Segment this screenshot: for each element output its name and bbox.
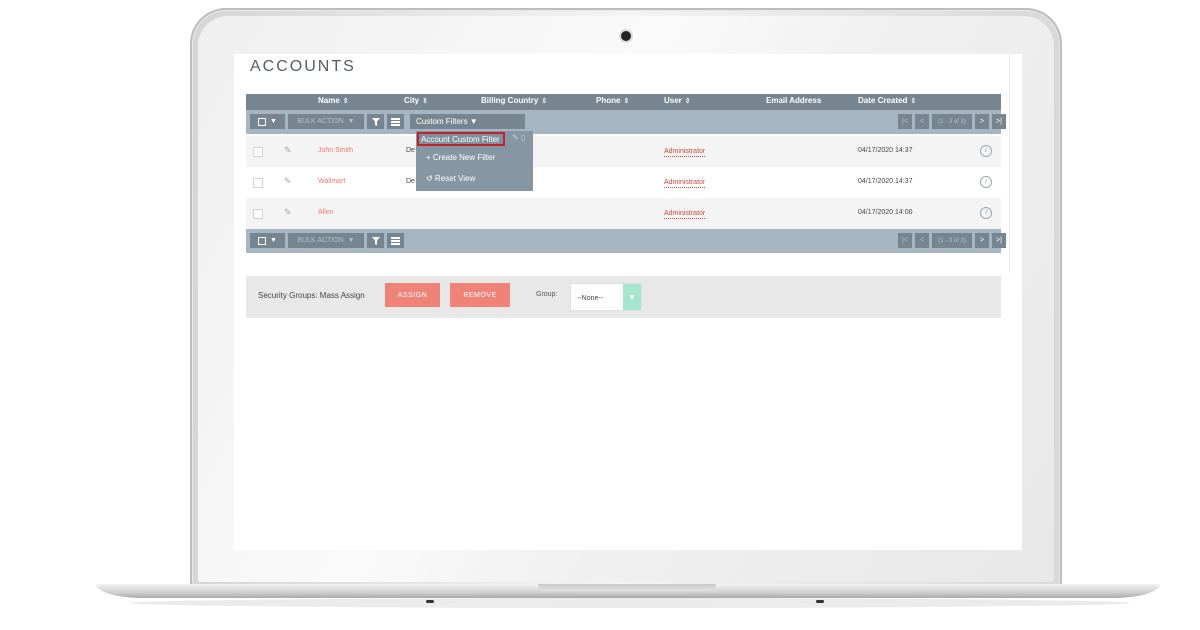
info-icon[interactable]: i (980, 176, 992, 188)
pencil-icon[interactable]: ✎ (284, 207, 292, 218)
select-all-dropdown[interactable]: ▼ (250, 114, 285, 129)
column-chooser-button[interactable] (387, 114, 404, 129)
column-header-date-created[interactable]: Date Created ⇕ (858, 96, 916, 105)
first-page-button[interactable]: |< (898, 233, 912, 248)
column-header-user[interactable]: User ⇕ (664, 96, 691, 105)
date-created-cell: 04/17/2020 14:37 (858, 147, 913, 154)
group-select[interactable]: --None-- ▼ (570, 283, 642, 311)
pagination-range: (1 - 3 of 3) (932, 233, 972, 248)
column-chooser-button[interactable] (387, 233, 404, 248)
account-name-link[interactable]: Wallmart (318, 178, 345, 185)
account-name-link[interactable]: John Smith (318, 147, 353, 154)
edit-filter-icon[interactable]: ✎ ▯ (512, 133, 525, 142)
filter-icon (371, 117, 380, 126)
column-chooser-icon (391, 236, 400, 245)
table-row: ✎ Wallmart De Administrator 04/17/2020 1… (246, 167, 1001, 198)
laptop-foot (816, 600, 824, 603)
group-select-value: --None-- (577, 295, 604, 302)
info-icon[interactable]: i (980, 145, 992, 157)
sort-icon: ⇕ (541, 98, 548, 105)
pencil-icon[interactable]: ✎ (284, 145, 292, 156)
user-link[interactable]: Administrator (664, 178, 706, 188)
sort-icon: ⇕ (623, 98, 630, 105)
column-header-phone[interactable]: Phone ⇕ (596, 96, 629, 105)
account-name-link[interactable]: Allen (318, 209, 334, 216)
caret-down-icon: ▼ (347, 118, 355, 125)
assign-button[interactable]: ASSIGN (385, 283, 440, 307)
table-header: Name ⇕ City ⇕ Billing Country ⇕ Phone ⇕ User… (246, 94, 1001, 110)
column-header-city[interactable]: City ⇕ (404, 96, 428, 105)
laptop-shadow (130, 598, 1130, 608)
next-page-button[interactable]: > (975, 233, 989, 248)
laptop-foot (426, 600, 434, 603)
prev-page-button[interactable]: < (915, 114, 929, 129)
column-header-name[interactable]: Name ⇕ (318, 96, 349, 105)
user-link[interactable]: Administrator (664, 209, 706, 219)
remove-button[interactable]: REMOVE (450, 283, 510, 307)
laptop-notch (538, 584, 716, 591)
filter-button[interactable] (367, 114, 384, 129)
row-checkbox[interactable] (253, 147, 263, 157)
menu-item-account-custom-filter[interactable]: Account Custom Filter (417, 132, 505, 146)
page-title: ACCOUNTS (250, 58, 356, 75)
first-page-button[interactable]: |< (898, 114, 912, 129)
camera-icon (621, 31, 631, 41)
group-label: Group: (536, 291, 558, 298)
last-page-button[interactable]: >| (992, 114, 1006, 129)
column-header-email: Email Address (766, 96, 822, 105)
pagination-range: (1 - 3 of 3) (932, 114, 972, 129)
caret-down-icon: ▼ (623, 284, 641, 310)
next-page-button[interactable]: > (975, 114, 989, 129)
menu-item-reset-view[interactable]: ↺ Reset View (426, 174, 475, 183)
mass-assign-panel: Security Groups: Mass Assign ASSIGN REMO… (246, 276, 1001, 318)
caret-down-icon: ▼ (270, 237, 277, 244)
city-cell: De (406, 178, 415, 185)
sort-icon: ⇕ (684, 98, 691, 105)
sort-icon: ⇕ (910, 98, 917, 105)
column-header-billing-country[interactable]: Billing Country ⇕ (481, 96, 547, 105)
bulk-action-button[interactable]: BULK ACTION ▼ (288, 114, 364, 129)
filter-icon (371, 236, 380, 245)
menu-item-create-new-filter[interactable]: + Create New Filter (426, 153, 495, 162)
select-all-dropdown[interactable]: ▼ (250, 233, 285, 248)
prev-page-button[interactable]: < (915, 233, 929, 248)
caret-down-icon: ▼ (270, 118, 277, 125)
divider (1009, 54, 1010, 274)
app-screen: ACCOUNTS Name ⇕ City ⇕ Billing Country ⇕ Ph… (234, 54, 1022, 550)
custom-filters-button[interactable]: Custom Filters ▼ (410, 114, 525, 129)
sort-icon: ⇕ (422, 98, 428, 105)
date-created-cell: 04/17/2020 14:00 (858, 209, 913, 216)
row-checkbox[interactable] (253, 209, 263, 219)
custom-filters-menu: Account Custom Filter ✎ ▯ + Create New F… (416, 131, 533, 191)
checkbox-icon (258, 236, 267, 245)
table-row: ✎ Allen Administrator 04/17/2020 14:00 i (246, 198, 1001, 229)
city-cell: De (406, 147, 415, 154)
mass-assign-label: Security Groups: Mass Assign (258, 291, 365, 300)
caret-down-icon: ▼ (347, 237, 355, 244)
list-toolbar-bottom: ▼ BULK ACTION ▼ |< < (1 - 3 of 3) > >| (246, 229, 1006, 253)
list-toolbar-top: ▼ BULK ACTION ▼ Custom Filters ▼ |< < (1… (246, 110, 1006, 134)
pencil-icon[interactable]: ✎ (284, 176, 292, 187)
table-row: ✎ John Smith De Administrator 04/17/2020… (246, 136, 1001, 167)
date-created-cell: 04/17/2020 14:37 (858, 178, 913, 185)
sort-icon: ⇕ (342, 98, 349, 105)
filter-button[interactable] (367, 233, 384, 248)
user-link[interactable]: Administrator (664, 147, 706, 157)
row-checkbox[interactable] (253, 178, 263, 188)
bulk-action-button[interactable]: BULK ACTION ▼ (288, 233, 364, 248)
info-icon[interactable]: i (980, 207, 992, 219)
checkbox-icon (258, 117, 267, 126)
last-page-button[interactable]: >| (992, 233, 1006, 248)
column-chooser-icon (391, 117, 400, 126)
